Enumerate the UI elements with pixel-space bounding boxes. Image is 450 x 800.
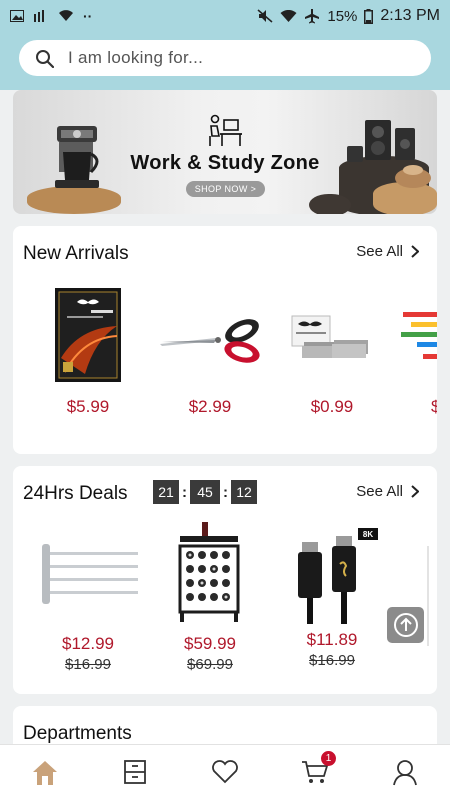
drawer-cabinet-icon: [124, 760, 146, 784]
8k-badge: 8K: [363, 530, 373, 539]
product-price: $59.99: [184, 634, 236, 653]
timer-minutes: 45: [190, 480, 220, 504]
new-arrivals-section: New Arrivals See All $5.99 $2.99 $0.99 $: [13, 226, 437, 454]
wine-rack-image: [178, 522, 240, 622]
product-card[interactable]: $12.99 $16.99: [33, 532, 143, 673]
desk-worker-icon: [209, 114, 242, 146]
banner-pedestal-right-small: [309, 194, 351, 214]
nav-wishlist[interactable]: [210, 757, 240, 787]
product-price: $5.99: [66, 397, 110, 416]
user-profile-icon: [393, 760, 417, 786]
speaker-system-image: [347, 120, 415, 162]
more-dots-icon: ··: [83, 8, 93, 24]
product-card-partial[interactable]: [427, 546, 437, 646]
mute-icon: [257, 9, 273, 23]
timer-hours: 21: [153, 480, 179, 504]
search-bar[interactable]: I am looking for...: [19, 40, 431, 76]
wifi-small-icon: [59, 10, 73, 21]
product-old-price: $69.99: [187, 656, 233, 673]
airplane-icon: [305, 9, 320, 24]
scissors-image: [160, 319, 260, 363]
product-card[interactable]: $5.99: [33, 288, 143, 417]
staples-box-image: [291, 315, 368, 358]
product-price: $0.99: [310, 397, 354, 416]
product-card[interactable]: $: [393, 288, 437, 417]
see-all-label: See All: [356, 483, 403, 500]
product-card[interactable]: $59.99 $69.99: [155, 522, 265, 673]
search-placeholder: I am looking for...: [68, 48, 204, 67]
promo-banner[interactable]: Work & Study Zone SHOP NOW >: [13, 90, 437, 214]
nav-catalog[interactable]: [120, 757, 150, 787]
chevron-right-icon: [411, 485, 419, 498]
clock: 2:13 PM: [380, 7, 440, 24]
product-card[interactable]: $0.99: [277, 288, 387, 417]
product-card[interactable]: 8K $11.89 $16.99: [277, 528, 387, 669]
product-card[interactable]: $2.99: [155, 288, 265, 417]
wifi-icon: [280, 9, 297, 22]
hdmi-cable-image: 8K: [298, 528, 378, 624]
heart-icon: [212, 760, 238, 784]
timer-separator: :: [223, 483, 228, 501]
product-old-price: $16.99: [309, 652, 355, 669]
product-price: $12.99: [62, 634, 114, 653]
home-icon: [33, 760, 57, 785]
sticky-flags-image: [401, 312, 437, 359]
chevron-right-icon: [411, 245, 419, 258]
deals-see-all[interactable]: See All: [356, 483, 419, 500]
towel-bar-rack-image: [42, 544, 138, 604]
arrow-up-circle-icon: [393, 613, 418, 637]
product-price: $2.99: [188, 397, 232, 416]
scroll-to-top-button[interactable]: [387, 607, 424, 643]
nav-home[interactable]: [30, 757, 60, 787]
departments-title: Departments: [23, 723, 132, 744]
nav-cart[interactable]: 1: [300, 751, 336, 787]
search-icon: [36, 49, 54, 68]
battery-percent: 15%: [327, 7, 358, 25]
gallery-notification-icon: [10, 10, 24, 22]
bottom-navigation: 1: [0, 744, 450, 800]
nav-account[interactable]: [390, 757, 420, 787]
product-price: $11.89: [306, 630, 358, 649]
battery-icon: [364, 8, 374, 24]
deals-title: 24Hrs Deals: [23, 483, 128, 504]
status-bar: ·· 15% 2:13 PM: [0, 0, 450, 32]
signal-small-icon: [34, 10, 44, 22]
shop-now-button[interactable]: SHOP NOW >: [186, 181, 265, 197]
see-all-label: See All: [356, 243, 403, 260]
product-price: $: [431, 397, 437, 416]
new-arrivals-title: New Arrivals: [23, 243, 129, 264]
product-old-price: $16.99: [65, 656, 111, 673]
aroma-diffuser-image: [395, 165, 431, 188]
timer-separator: :: [182, 483, 187, 501]
cart-count-badge: 1: [321, 751, 336, 766]
deal-countdown-timer: 21 : 45 : 12: [153, 480, 257, 504]
timer-seconds: 12: [231, 480, 257, 504]
new-arrivals-see-all[interactable]: See All: [356, 243, 419, 260]
photo-paper-pack-image: [55, 288, 121, 382]
